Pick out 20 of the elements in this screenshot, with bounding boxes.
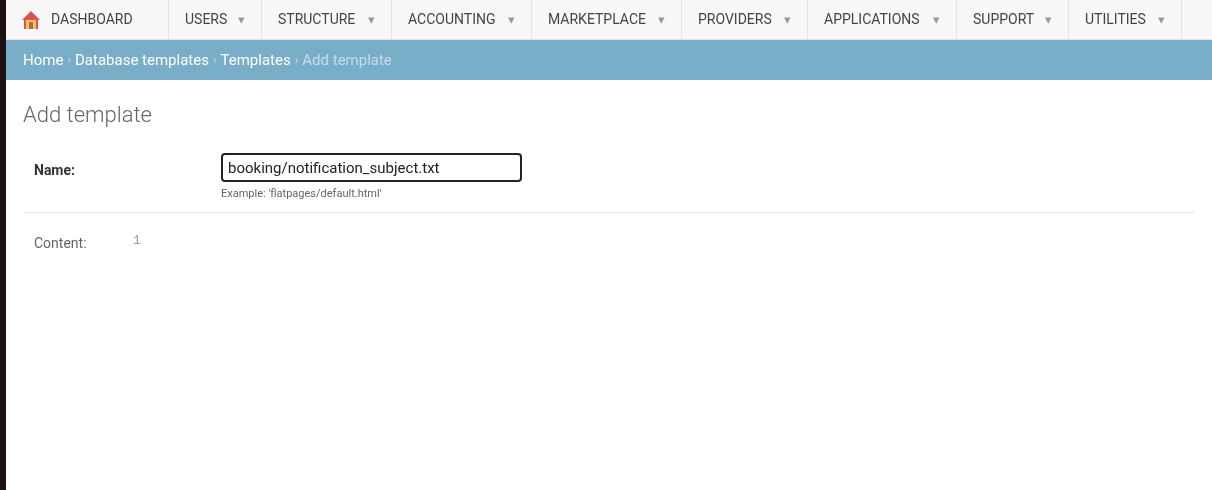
nav-menu[interactable]: APPLICATIONS ▾: [808, 0, 957, 39]
nav-menu[interactable]: PROVIDERS ▾: [682, 0, 808, 39]
nav-menu[interactable]: USERS ▾: [169, 0, 262, 39]
nav-menu[interactable]: SUPPORT ▾: [957, 0, 1069, 39]
page-title: Add template: [23, 101, 152, 129]
breadcrumb-separator: ›: [294, 52, 299, 69]
field-label: Name:: [33, 161, 76, 180]
breadcrumb-separator: ›: [67, 52, 71, 69]
name-input[interactable]: booking/notification_subject.txt: [221, 153, 522, 182]
line-number: 1: [133, 231, 141, 250]
breadcrumb-current: Add template: [302, 49, 392, 71]
dashboard-link[interactable]: DASHBOARD: [6, 0, 169, 39]
help-text: Example: 'flatpages/default.html': [221, 186, 382, 202]
breadcrumb-separator: ›: [212, 52, 217, 69]
field-label: Content:: [33, 233, 88, 253]
nav-menu[interactable]: UTILITIES ▾: [1069, 0, 1182, 39]
nav-menu[interactable]: ACCOUNTING ▾: [392, 0, 532, 39]
nav-menu[interactable]: STRUCTURE ▾: [262, 0, 392, 39]
nav-menu[interactable]: MARKETPLACE ▾: [532, 0, 682, 39]
house-icon: [21, 9, 41, 30]
